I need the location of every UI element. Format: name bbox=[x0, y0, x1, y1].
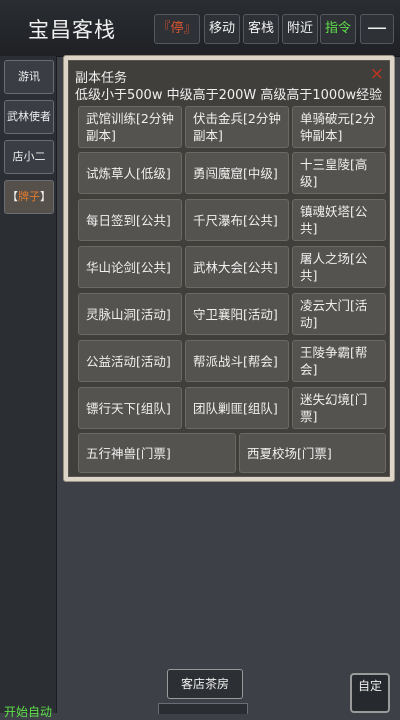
auto-button[interactable]: 自定 bbox=[350, 673, 390, 713]
task-button-7[interactable]: 千尺瀑布[公共] bbox=[185, 199, 289, 241]
panel-body: 副本任务 低级小于500w 中级高于200W 高级高于1000w经验 × 武馆训… bbox=[68, 60, 390, 477]
dungeon-task-panel: 副本任务 低级小于500w 中级高于200W 高级高于1000w经验 × 武馆训… bbox=[63, 55, 395, 482]
task-button-17[interactable]: 王陵争霸[帮会] bbox=[292, 340, 386, 382]
task-button-21[interactable]: 五行神兽[门票] bbox=[78, 433, 236, 473]
task-button-15[interactable]: 公益活动[活动] bbox=[78, 340, 182, 382]
token-bracket-right: 】 bbox=[40, 190, 51, 203]
task-button-22[interactable]: 西夏校场[门票] bbox=[239, 433, 386, 473]
room-tab[interactable]: 客店茶房 bbox=[167, 669, 243, 699]
sidebar-item-wulin-envoy[interactable]: 武林使者 bbox=[4, 100, 54, 134]
task-button-20[interactable]: 迷失幻境[门票] bbox=[292, 387, 386, 429]
top-bar: 宝昌客栈 『停』 移动 客栈 附近 指令 — bbox=[0, 0, 400, 57]
task-button-1[interactable]: 伏击金兵[2分钟副本] bbox=[185, 106, 289, 148]
token-bracket-left: 【 bbox=[7, 190, 18, 203]
sidebar-item-token[interactable]: 【牌子】 bbox=[4, 180, 54, 214]
task-button-0[interactable]: 武馆训练[2分钟副本] bbox=[78, 106, 182, 148]
task-button-16[interactable]: 帮派战斗[帮会] bbox=[185, 340, 289, 382]
token-label: 牌子 bbox=[18, 190, 40, 203]
move-button[interactable]: 移动 bbox=[204, 14, 240, 44]
task-button-19[interactable]: 团队剿匪[组队] bbox=[185, 387, 289, 429]
close-icon[interactable]: × bbox=[370, 64, 384, 84]
sidebar-item-waiter[interactable]: 店小二 bbox=[4, 140, 54, 174]
task-button-18[interactable]: 镖行天下[组队] bbox=[78, 387, 182, 429]
task-button-4[interactable]: 勇闯魔窟[中级] bbox=[185, 152, 289, 194]
task-button-14[interactable]: 凌云大门[活动] bbox=[292, 293, 386, 335]
task-button-12[interactable]: 灵脉山洞[活动] bbox=[78, 293, 182, 335]
bottom-slot bbox=[158, 703, 248, 714]
sidebar-item-youxun[interactable]: 游讯 bbox=[4, 60, 54, 94]
task-button-6[interactable]: 每日签到[公共] bbox=[78, 199, 182, 241]
location-title: 宝昌客栈 bbox=[28, 18, 116, 42]
task-button-9[interactable]: 华山论剑[公共] bbox=[78, 246, 182, 288]
task-button-10[interactable]: 武林大会[公共] bbox=[185, 246, 289, 288]
nearby-button[interactable]: 附近 bbox=[282, 14, 318, 44]
task-button-8[interactable]: 镇魂妖塔[公共] bbox=[292, 199, 386, 241]
npc-sidebar: 游讯 武林使者 店小二 【牌子】 bbox=[0, 56, 57, 713]
panel-description: 低级小于500w 中级高于200W 高级高于1000w经验 bbox=[75, 88, 383, 103]
stop-button[interactable]: 『停』 bbox=[154, 14, 200, 44]
task-button-2[interactable]: 单骑破元[2分钟副本] bbox=[292, 106, 386, 148]
task-button-5[interactable]: 十三皇陵[高级] bbox=[292, 152, 386, 194]
inn-button[interactable]: 客栈 bbox=[243, 14, 279, 44]
auto-start-label[interactable]: 开始自动 bbox=[4, 703, 52, 720]
task-button-11[interactable]: 屠人之场[公共] bbox=[292, 246, 386, 288]
task-button-3[interactable]: 试炼草人[低级] bbox=[78, 152, 182, 194]
task-button-13[interactable]: 守卫襄阳[活动] bbox=[185, 293, 289, 335]
menu-button[interactable]: — bbox=[360, 14, 394, 44]
command-button[interactable]: 指令 bbox=[320, 14, 356, 44]
